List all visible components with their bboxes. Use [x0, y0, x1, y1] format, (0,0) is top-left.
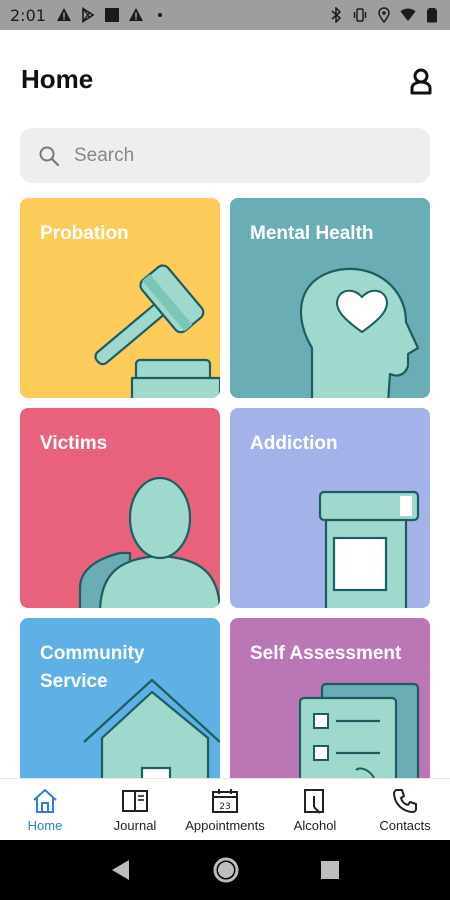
status-left-icons [56, 7, 168, 23]
nav-label: Appointments [185, 818, 265, 833]
journal-icon [122, 790, 148, 812]
card-label: Victims [40, 433, 108, 454]
nav-item-appointments[interactable]: 23 Appointments [180, 779, 270, 840]
battery-icon [427, 8, 437, 23]
category-grid: Probation Mental Health Victims Addictio… [20, 198, 430, 778]
phone-icon [393, 789, 417, 813]
home-icon [33, 789, 57, 813]
warning-icon [128, 8, 143, 21]
back-icon[interactable] [109, 858, 133, 882]
calendar-icon: 23 [212, 789, 238, 813]
bottom-nav: Home Journal 23 Appointments Alcohol Con… [0, 778, 450, 840]
square-icon [104, 8, 119, 22]
nav-label: Alcohol [293, 818, 337, 833]
vibrate-icon [353, 8, 367, 22]
dot-icon [157, 13, 162, 17]
nav-item-journal[interactable]: Journal [90, 779, 180, 840]
calendar-day: 23 [219, 802, 230, 812]
card-community-service[interactable]: Community Service [20, 618, 220, 778]
warning-icon [56, 8, 71, 21]
wifi-icon [400, 8, 416, 21]
search-bar[interactable] [20, 128, 430, 183]
status-bar: 2:01 [0, 0, 450, 30]
bluetooth-icon [331, 7, 342, 23]
search-icon [39, 146, 60, 166]
android-nav-bar [0, 840, 450, 900]
card-label: Probation [40, 223, 129, 244]
status-time: 2:01 [10, 5, 46, 25]
nav-item-home[interactable]: Home [0, 779, 90, 840]
nav-label: Journal [113, 818, 157, 833]
search-input[interactable] [74, 144, 404, 167]
user-icon [410, 68, 432, 95]
card-victims[interactable]: Victims [20, 408, 220, 608]
status-right-icons [328, 7, 440, 23]
nav-label: Contacts [379, 818, 431, 833]
nav-item-alcohol[interactable]: Alcohol [270, 779, 360, 840]
nav-label: Home [27, 818, 63, 833]
card-probation[interactable]: Probation [20, 198, 220, 398]
card-label: Addiction [250, 433, 338, 454]
card-self-assessment[interactable]: Self Assessment [230, 618, 430, 778]
recents-icon[interactable] [319, 859, 341, 881]
page-title: Home [21, 64, 94, 94]
card-label: Mental Health [250, 223, 374, 244]
app-header: Home [0, 30, 450, 126]
location-icon [378, 7, 390, 23]
card-mental-health[interactable]: Mental Health [230, 198, 430, 398]
profile-button[interactable] [406, 67, 436, 97]
card-addiction[interactable]: Addiction [230, 408, 430, 608]
home-circle-icon[interactable] [212, 856, 240, 884]
card-label: Community Service [40, 643, 145, 692]
play-store-icon [82, 7, 95, 23]
nav-item-contacts[interactable]: Contacts [360, 779, 450, 840]
card-label: Self Assessment [250, 643, 402, 664]
bottle-icon [304, 789, 324, 814]
